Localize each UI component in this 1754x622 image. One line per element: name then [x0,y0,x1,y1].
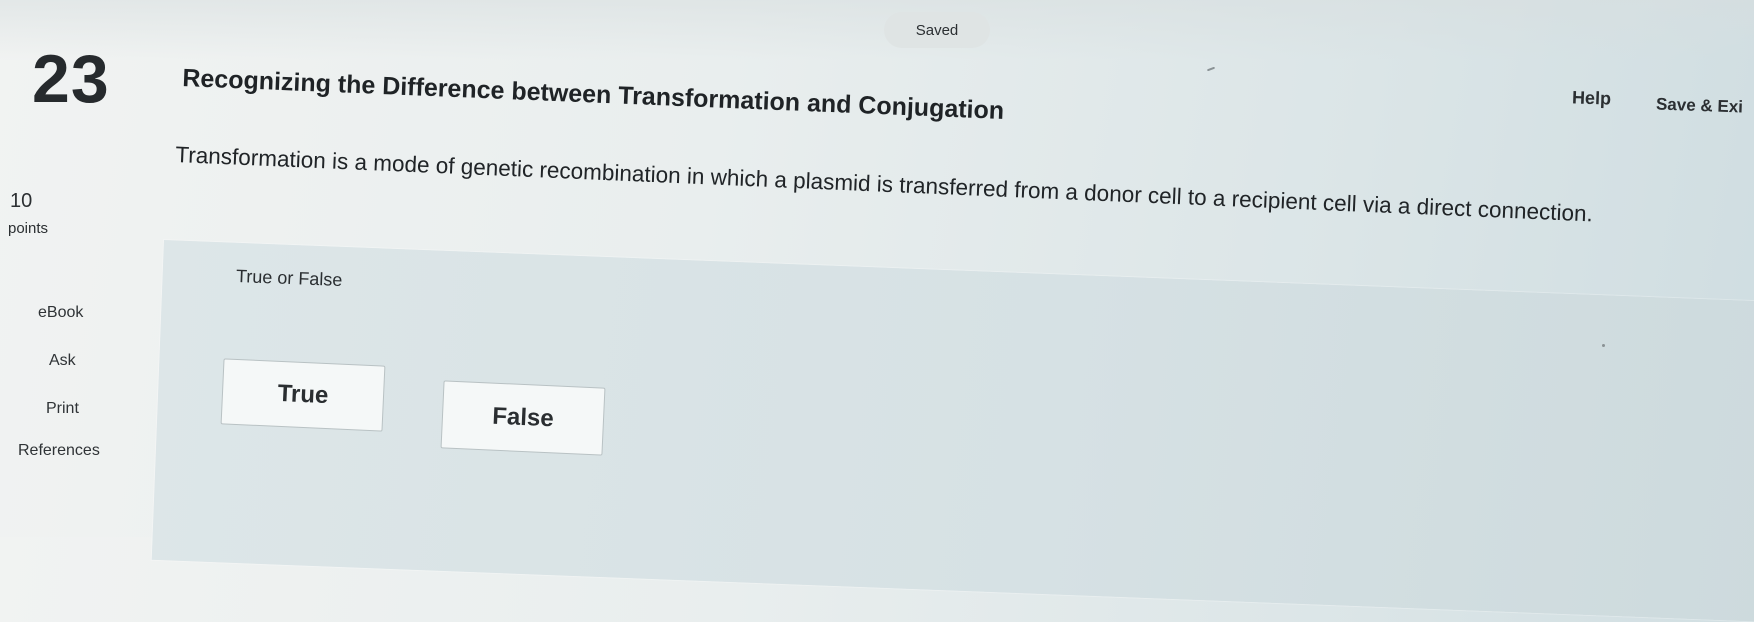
sidebar-item-ask[interactable]: Ask [49,352,76,370]
sidebar-item-ebook[interactable]: eBook [38,304,83,322]
top-bar-background [0,0,1754,60]
question-title: Recognizing the Difference between Trans… [181,64,1005,125]
screen-speck [1206,66,1216,72]
help-link[interactable]: Help [1572,87,1612,109]
points-value: 10 [10,190,33,212]
question-number: 23 [32,41,110,117]
screen-speck [1602,344,1605,347]
false-choice-label: False [491,402,555,433]
points-label: points [8,220,49,237]
true-choice-label: True [277,379,329,410]
question-sidebar: eBook Ask Print References [0,280,124,480]
save-exit-button[interactable]: Save & Exi [1656,94,1744,117]
false-choice-button[interactable]: False [440,380,606,456]
answer-panel [151,240,1754,622]
sidebar-item-print[interactable]: Print [46,400,79,418]
answer-type-label: True or False [235,265,343,291]
saved-status-label: Saved [915,21,959,39]
saved-status-badge: Saved [884,12,990,48]
true-choice-button[interactable]: True [220,358,386,432]
question-text: Transformation is a mode of genetic reco… [174,142,1594,227]
sidebar-item-references[interactable]: References [18,442,100,460]
